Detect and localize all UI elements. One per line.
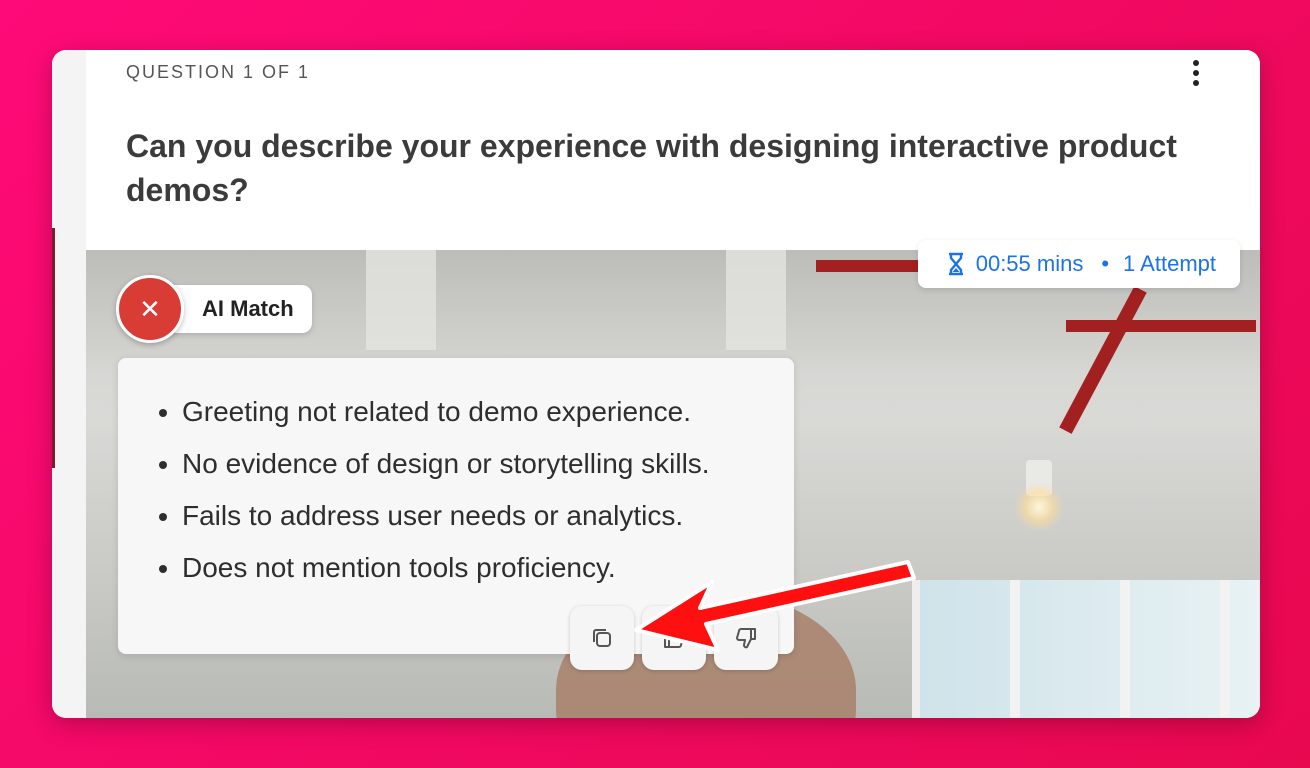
question-header: QUESTION 1 OF 1 Can you describe your ex…	[86, 50, 1260, 251]
feedback-item: No evidence of design or storytelling sk…	[182, 438, 794, 490]
copy-icon	[593, 629, 611, 647]
left-rail	[52, 50, 87, 718]
question-text: Can you describe your experience with de…	[126, 128, 1177, 208]
ai-match-label: AI Match	[164, 285, 312, 333]
rail-accent	[52, 228, 55, 468]
ai-match-badge: ✕ AI Match	[116, 275, 312, 343]
copy-button[interactable]	[570, 606, 634, 670]
feedback-item: Fails to address user needs or analytics…	[182, 490, 794, 542]
question-counter: QUESTION 1 OF 1	[126, 62, 311, 82]
hourglass-icon	[948, 252, 963, 276]
thumbs-down-icon	[736, 628, 756, 649]
feedback-list: Greeting not related to demo experience.…	[118, 358, 794, 594]
thumbs-down-button[interactable]	[714, 606, 778, 670]
attempt-count: 1 Attempt	[1123, 251, 1216, 276]
feedback-item: Does not mention tools proficiency.	[182, 542, 794, 594]
more-options-icon[interactable]	[1184, 56, 1208, 90]
timer-duration: 00:55 mins	[975, 251, 1084, 276]
feedback-item: Greeting not related to demo experience.	[182, 386, 794, 438]
question-card: QUESTION 1 OF 1 Can you describe your ex…	[52, 50, 1260, 718]
thumbs-up-icon	[664, 627, 684, 648]
close-icon[interactable]: ✕	[116, 275, 184, 343]
timer-badge: 00:55 mins • 1 Attempt	[917, 240, 1240, 288]
video-window	[912, 580, 1260, 718]
thumbs-up-button[interactable]	[642, 606, 706, 670]
timer-separator: •	[1101, 251, 1110, 276]
